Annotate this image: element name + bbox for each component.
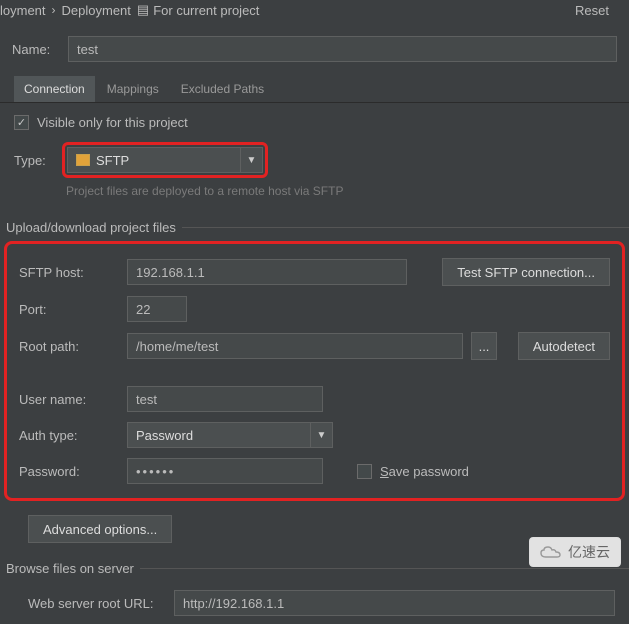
type-select[interactable]: SFTP ▼	[67, 147, 263, 173]
chevron-down-icon: ▼	[310, 423, 332, 447]
upload-group-header: Upload/download project files	[0, 220, 629, 235]
advanced-options-button[interactable]: Advanced options...	[28, 515, 172, 543]
name-label: Name:	[12, 42, 60, 57]
host-label: SFTP host:	[19, 265, 119, 280]
save-password-label: SSave passwordave password	[380, 464, 469, 479]
browse-root-button[interactable]: ...	[471, 332, 497, 360]
port-label: Port:	[19, 302, 119, 317]
name-input[interactable]	[68, 36, 617, 62]
project-icon: ▤	[137, 2, 149, 18]
username-label: User name:	[19, 392, 119, 407]
breadcrumb: loyment › Deployment ▤ For current proje…	[0, 0, 629, 26]
type-label: Type:	[14, 153, 54, 168]
scope-text: For current project	[153, 3, 259, 18]
root-path-label: Root path:	[19, 339, 119, 354]
test-connection-button[interactable]: Test SFTP connection...	[442, 258, 610, 286]
visible-checkbox[interactable]: ✓	[14, 115, 29, 130]
root-path-input[interactable]	[127, 333, 463, 359]
autodetect-button[interactable]: Autodetect	[518, 332, 610, 360]
url-label: Web server root URL:	[14, 596, 164, 611]
web-server-url-input[interactable]	[174, 590, 615, 616]
type-highlight: SFTP ▼	[62, 142, 268, 178]
tab-strip: Connection Mappings Excluded Paths	[0, 76, 629, 103]
cloud-icon	[540, 545, 562, 559]
reset-link[interactable]: Reset	[575, 3, 609, 18]
tab-excluded-paths[interactable]: Excluded Paths	[171, 76, 274, 102]
auth-type-value: Password	[136, 428, 193, 443]
password-input[interactable]	[127, 458, 323, 484]
port-input[interactable]	[127, 296, 187, 322]
type-value: SFTP	[96, 153, 129, 168]
auth-type-label: Auth type:	[19, 428, 119, 443]
scope-label: ▤ For current project	[137, 2, 260, 18]
tab-connection[interactable]: Connection	[14, 76, 95, 102]
username-input[interactable]	[127, 386, 323, 412]
breadcrumb-seg-1[interactable]: loyment	[0, 3, 46, 18]
tab-mappings[interactable]: Mappings	[97, 76, 169, 102]
upload-group-body: SFTP host: Test SFTP connection... Port:…	[4, 241, 625, 501]
password-label: Password:	[19, 464, 119, 479]
sftp-icon	[76, 154, 90, 166]
visible-label: Visible only for this project	[37, 115, 188, 130]
save-password-checkbox[interactable]	[357, 464, 372, 479]
sftp-host-input[interactable]	[127, 259, 407, 285]
chevron-down-icon: ▼	[240, 148, 262, 172]
chevron-right-icon: ›	[52, 3, 56, 17]
auth-type-select[interactable]: Password ▼	[127, 422, 333, 448]
type-hint: Project files are deployed to a remote h…	[66, 184, 615, 198]
breadcrumb-seg-2[interactable]: Deployment	[62, 3, 131, 18]
watermark: 亿速云	[529, 537, 621, 567]
watermark-text: 亿速云	[568, 542, 610, 562]
